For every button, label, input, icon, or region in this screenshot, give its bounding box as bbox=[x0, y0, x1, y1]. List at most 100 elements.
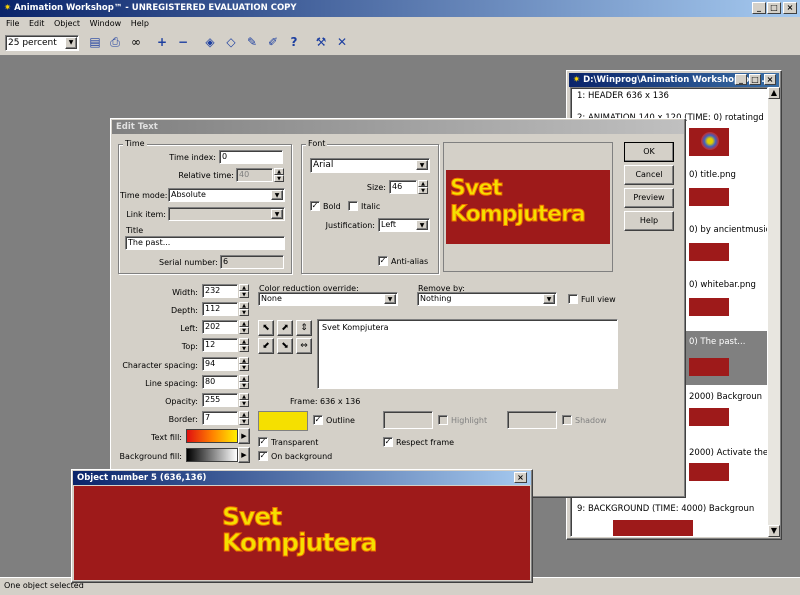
border-input[interactable]: 7 bbox=[202, 411, 238, 425]
full-view-label: Full view bbox=[581, 295, 616, 304]
list-maximize-button[interactable]: □ bbox=[749, 74, 761, 85]
menu-help[interactable]: Help bbox=[131, 19, 149, 28]
arrow-up-down-icon[interactable]: ⇕ bbox=[296, 320, 312, 336]
zoom-select[interactable]: 25 percent ▼ bbox=[5, 35, 79, 51]
list-item[interactable]: 0) title.png bbox=[689, 170, 736, 180]
remove-by-select[interactable]: Nothing ▼ bbox=[417, 292, 557, 306]
tag-outline-icon[interactable]: ◇ bbox=[221, 32, 241, 52]
top-input[interactable]: 12 bbox=[202, 338, 238, 352]
top-spinner[interactable]: ▲ ▼ bbox=[239, 338, 249, 352]
size-spinner[interactable]: ▲ ▼ bbox=[418, 180, 428, 194]
left-label: Left: bbox=[180, 324, 198, 333]
list-close-button[interactable]: × bbox=[764, 74, 776, 85]
close-button[interactable]: × bbox=[783, 2, 797, 14]
transparent-checkbox[interactable]: ✓ bbox=[258, 437, 268, 447]
tag-icon[interactable]: ◈ bbox=[200, 32, 220, 52]
highlight-color-swatch[interactable] bbox=[383, 411, 433, 429]
width-input[interactable]: 232 bbox=[202, 284, 238, 298]
add-icon[interactable]: + bbox=[152, 32, 172, 52]
font-group-label: Font bbox=[306, 139, 328, 148]
outline-checkbox[interactable]: ✓ bbox=[313, 415, 323, 425]
line-spacing-input[interactable]: 80 bbox=[202, 375, 238, 389]
full-view-checkbox[interactable] bbox=[568, 294, 578, 304]
menu-edit[interactable]: Edit bbox=[29, 19, 45, 28]
line-spacing-spinner[interactable]: ▲ ▼ bbox=[239, 375, 249, 389]
list-item[interactable]: 9: BACKGROUND (TIME: 4000) Backgroun bbox=[577, 504, 754, 514]
app-title: Animation Workshop™ - UNREGISTERED EVALU… bbox=[14, 3, 297, 13]
menu-file[interactable]: File bbox=[6, 19, 19, 28]
menu-object[interactable]: Object bbox=[54, 19, 80, 28]
list-item[interactable]: 2000) Activate the ti bbox=[689, 448, 767, 458]
time-mode-select[interactable]: Absolute ▼ bbox=[168, 188, 285, 202]
bg-fill-swatch[interactable] bbox=[186, 448, 238, 462]
tools-icon[interactable]: ✎ bbox=[242, 32, 262, 52]
list-thumbnail bbox=[689, 298, 729, 316]
title-input[interactable]: The past... bbox=[125, 236, 285, 250]
text-content-area[interactable]: Svet Kompjutera bbox=[317, 319, 618, 389]
width-spinner[interactable]: ▲ ▼ bbox=[239, 284, 249, 298]
on-background-checkbox[interactable]: ✓ bbox=[258, 451, 268, 461]
depth-spinner[interactable]: ▲ ▼ bbox=[239, 302, 249, 316]
maximize-button[interactable]: □ bbox=[767, 2, 781, 14]
font-select[interactable]: Arial ▼ bbox=[310, 158, 430, 173]
arrow-up-left-icon[interactable]: ⬉ bbox=[258, 320, 274, 336]
on-background-label: On background bbox=[271, 452, 333, 461]
list-scrollbar[interactable]: ▲ ▼ bbox=[768, 87, 780, 537]
list-item[interactable]: 0) by ancientmusicl bbox=[689, 225, 767, 235]
relative-time-input[interactable]: 40 bbox=[236, 168, 273, 182]
menu-window[interactable]: Window bbox=[90, 19, 122, 28]
binoculars-icon[interactable]: ∞ bbox=[126, 32, 146, 52]
size-input[interactable]: 46 bbox=[389, 180, 417, 194]
scroll-down-icon[interactable]: ▼ bbox=[768, 525, 780, 537]
list-minimize-button[interactable]: _ bbox=[735, 74, 747, 85]
print-icon[interactable]: ⎙ bbox=[105, 32, 125, 52]
cancel-button[interactable]: Cancel bbox=[624, 165, 674, 185]
justification-select[interactable]: Left ▼ bbox=[378, 218, 430, 232]
list-item[interactable]: 0) whitebar.png bbox=[689, 280, 756, 290]
list-item[interactable]: 1: HEADER 636 x 136 bbox=[577, 91, 669, 101]
doc-icon: ✷ bbox=[573, 75, 584, 85]
list-item[interactable]: 0) The past... bbox=[689, 337, 745, 347]
scroll-up-icon[interactable]: ▲ bbox=[768, 87, 780, 99]
opacity-spinner[interactable]: ▲ ▼ bbox=[239, 393, 249, 407]
time-index-input[interactable]: 0 bbox=[219, 150, 283, 164]
wrench-icon[interactable]: ⚒ bbox=[311, 32, 331, 52]
shadow-checkbox[interactable] bbox=[562, 415, 572, 425]
text-fill-arrow-icon[interactable]: ▶ bbox=[238, 428, 250, 444]
outline-color-swatch[interactable] bbox=[258, 411, 308, 431]
bold-checkbox[interactable]: ✓ bbox=[310, 201, 320, 211]
object-window-close-button[interactable]: × bbox=[514, 472, 527, 483]
arrow-down-right-icon[interactable]: ⬊ bbox=[277, 338, 293, 354]
arrow-left-right-icon[interactable]: ⇔ bbox=[296, 338, 312, 354]
italic-checkbox[interactable] bbox=[348, 201, 358, 211]
highlight-checkbox[interactable] bbox=[438, 415, 448, 425]
list-item[interactable]: 2000) Backgroun bbox=[689, 392, 762, 402]
char-spacing-input[interactable]: 94 bbox=[202, 357, 238, 371]
text-fill-swatch[interactable] bbox=[186, 429, 238, 443]
opacity-input[interactable]: 255 bbox=[202, 393, 238, 407]
antialias-checkbox[interactable]: ✓ bbox=[378, 256, 388, 266]
left-input[interactable]: 202 bbox=[202, 320, 238, 334]
depth-input[interactable]: 112 bbox=[202, 302, 238, 316]
arrow-up-right-icon[interactable]: ⬈ bbox=[277, 320, 293, 336]
char-spacing-spinner[interactable]: ▲ ▼ bbox=[239, 357, 249, 371]
pencil-icon[interactable]: ✐ bbox=[263, 32, 283, 52]
bg-fill-arrow-icon[interactable]: ▶ bbox=[238, 447, 250, 463]
preview-button[interactable]: Preview bbox=[624, 188, 674, 208]
color-reduction-select[interactable]: None ▼ bbox=[258, 292, 398, 306]
ok-button[interactable]: OK bbox=[624, 142, 674, 162]
relative-time-spinner[interactable]: ▲ ▼ bbox=[274, 168, 284, 182]
arrow-down-left-icon[interactable]: ⬋ bbox=[258, 338, 274, 354]
properties-icon[interactable]: ▤ bbox=[85, 32, 105, 52]
help-icon[interactable]: ? bbox=[284, 32, 304, 52]
cross-icon[interactable]: ✕ bbox=[332, 32, 352, 52]
respect-frame-checkbox[interactable]: ✓ bbox=[383, 437, 393, 447]
link-item-select[interactable]: ▼ bbox=[168, 207, 285, 221]
help-button[interactable]: Help bbox=[624, 211, 674, 231]
remove-icon[interactable]: − bbox=[173, 32, 193, 52]
list-window-title-bar: ✷ D:\Winprog\Animation Workshop\ba... bbox=[569, 73, 779, 87]
left-spinner[interactable]: ▲ ▼ bbox=[239, 320, 249, 334]
border-spinner[interactable]: ▲ ▼ bbox=[239, 411, 249, 425]
shadow-color-swatch[interactable] bbox=[507, 411, 557, 429]
minimize-button[interactable]: _ bbox=[752, 2, 766, 14]
